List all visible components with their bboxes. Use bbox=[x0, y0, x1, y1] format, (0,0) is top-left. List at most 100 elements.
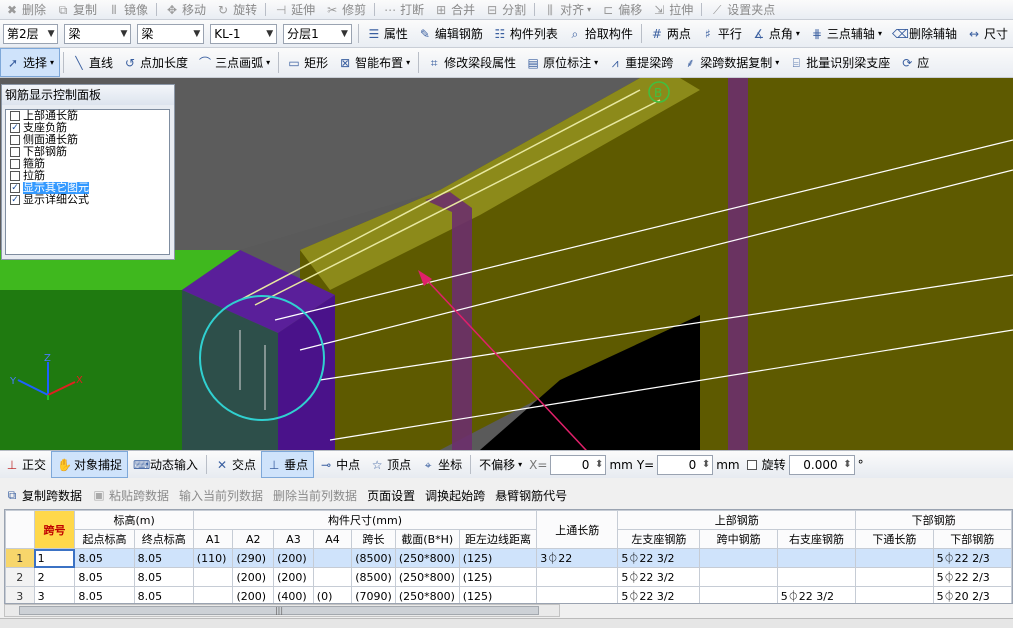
a2-header[interactable]: A2 bbox=[232, 529, 275, 549]
offset-icon: ⊏ bbox=[603, 2, 614, 17]
copy-span-data-button[interactable]: ⧉ 复制跨数据 bbox=[0, 482, 87, 508]
merge-button[interactable]: ⊞ 合并 bbox=[429, 0, 480, 19]
a3-header[interactable]: A3 bbox=[273, 529, 314, 549]
rotate-checkbox[interactable] bbox=[746, 459, 757, 470]
batch-identify-support-button[interactable]: ⌸ 批量识别梁支座 bbox=[784, 48, 895, 77]
swap-start-span-button[interactable]: 调换起始跨 bbox=[420, 482, 490, 508]
end-elev-header[interactable]: 终点标高 bbox=[133, 529, 194, 549]
three-point-arc-button[interactable]: ⌒ 三点画弧 ▾ bbox=[193, 48, 275, 77]
move-button[interactable]: ✥ 移动 bbox=[160, 0, 211, 19]
delete-column-data-button[interactable]: 删除当前列数据 bbox=[268, 482, 362, 508]
rotate-button[interactable]: ↻ 旋转 bbox=[211, 0, 262, 19]
top-through-header[interactable]: 上通长筋 bbox=[536, 510, 619, 549]
scrollbar-thumb[interactable]: ||| bbox=[19, 606, 539, 615]
start-elev-header[interactable]: 起点标高 bbox=[74, 529, 135, 549]
copy-icon: ⧉ bbox=[58, 2, 68, 17]
copy-button[interactable]: ⧉ 复制 bbox=[51, 0, 102, 19]
break-button[interactable]: ⋯ 打断 bbox=[378, 0, 429, 19]
y-coordinate: Y=0mm bbox=[635, 451, 742, 478]
modify-beam-segment-button[interactable]: ⌗ 修改梁段属性 bbox=[422, 48, 521, 77]
intersection-snap-button[interactable]: ✕ 交点 bbox=[210, 451, 261, 478]
y-input[interactable]: 0 bbox=[657, 454, 714, 475]
table-row[interactable]: 1 1 8.05 8.05 (110) (290) (200) (8500) (… bbox=[5, 548, 1012, 568]
edit-rebar-button[interactable]: ✎ 编辑钢筋 bbox=[413, 20, 488, 47]
pick-component-button[interactable]: ⌕ 拾取构件 bbox=[563, 20, 638, 47]
checkbox[interactable]: ✓ bbox=[10, 195, 20, 205]
horizontal-scrollbar[interactable]: ||| bbox=[4, 604, 560, 617]
three-point-axis-button[interactable]: ⋕ 三点辅轴 ▾ bbox=[805, 20, 887, 47]
layer-select[interactable]: 分层1 ▼ bbox=[283, 23, 352, 44]
component-select[interactable]: KL-1 ▼ bbox=[210, 23, 278, 44]
bottom-rebar-col-header[interactable]: 下部钢筋 bbox=[932, 529, 1012, 549]
in-situ-annotation-button[interactable]: ▤ 原位标注 ▾ bbox=[521, 48, 603, 77]
point-length-button[interactable]: ↺ 点加长度 bbox=[118, 48, 193, 77]
offset-button[interactable]: ⊏ 偏移 bbox=[596, 0, 647, 19]
dynamic-input-button[interactable]: ⌨ 动态输入 bbox=[128, 451, 203, 478]
left-support-header[interactable]: 左支座钢筋 bbox=[617, 529, 701, 549]
mirror-button[interactable]: ⫴ 镜像 bbox=[102, 0, 153, 19]
two-point-button[interactable]: # 两点 bbox=[645, 20, 696, 47]
span-length-header[interactable]: 跨长 bbox=[351, 529, 396, 549]
table-row[interactable]: 3 3 8.05 8.05 (200) (400) (0) (7090) (25… bbox=[5, 586, 1012, 603]
a1-header[interactable]: A1 bbox=[192, 529, 234, 549]
select-button[interactable]: ➚ 选择 ▾ bbox=[0, 48, 61, 77]
properties-button[interactable]: ☰ 属性 bbox=[362, 20, 413, 47]
line-button[interactable]: ╲ 直线 bbox=[67, 48, 118, 77]
span-data-grid[interactable]: 跨号 标高(m) 构件尺寸(mm) 上通长筋 上部钢筋 下部钢筋 起点标高 终点… bbox=[4, 509, 1013, 604]
ortho-button[interactable]: ⊥ 正交 bbox=[0, 451, 51, 478]
checkbox[interactable] bbox=[10, 159, 20, 169]
option-show-formula[interactable]: ✓ 显示详细公式 bbox=[6, 194, 169, 206]
left-edge-distance-header[interactable]: 距左边线距离 bbox=[458, 529, 538, 549]
type-select[interactable]: 梁 ▼ bbox=[137, 23, 205, 44]
category-select[interactable]: 梁 ▼ bbox=[64, 23, 132, 44]
trim-button[interactable]: ✂ 修剪 bbox=[320, 0, 371, 19]
set-grip-button[interactable]: ⟋ 设置夹点 bbox=[705, 0, 780, 19]
input-column-data-button[interactable]: 输入当前列数据 bbox=[174, 482, 268, 508]
right-support-header[interactable]: 右支座钢筋 bbox=[776, 529, 857, 549]
checkbox[interactable] bbox=[10, 147, 20, 157]
page-setup-button[interactable]: 页面设置 bbox=[362, 482, 420, 508]
component-list-button[interactable]: ☷ 构件列表 bbox=[488, 20, 563, 47]
extend-icon: ⊣ bbox=[275, 2, 287, 17]
checkbox[interactable]: ✓ bbox=[10, 183, 20, 193]
perpendicular-snap-button[interactable]: ⊥ 垂点 bbox=[261, 451, 315, 478]
brush-icon: ⸙ bbox=[685, 55, 695, 70]
span-number-header[interactable]: 跨号 bbox=[33, 510, 76, 549]
rotate-input[interactable]: 0.000 bbox=[788, 454, 855, 475]
vertex-snap-button[interactable]: ☆ 顶点 bbox=[365, 451, 416, 478]
grip-icon: ⟋ bbox=[713, 2, 722, 17]
chevron-down-icon: ▾ bbox=[406, 58, 411, 67]
parallel-button[interactable]: ♯ 平行 bbox=[696, 20, 747, 47]
recalc-span-button[interactable]: ⩘ 重提梁跨 bbox=[603, 48, 678, 77]
x-input[interactable]: 0 bbox=[550, 454, 607, 475]
offset-select[interactable]: 不偏移 ▾ bbox=[474, 451, 527, 478]
checkbox[interactable] bbox=[10, 111, 20, 121]
delete-axis-button[interactable]: ⌫ 删除辅轴 bbox=[887, 20, 962, 47]
extend-button[interactable]: ⊣ 延伸 bbox=[269, 0, 320, 19]
mid-span-header[interactable]: 跨中钢筋 bbox=[699, 529, 778, 549]
rectangle-button[interactable]: ▭ 矩形 bbox=[282, 48, 333, 77]
more-button[interactable]: ⟳ 应 bbox=[895, 48, 934, 77]
dimension-button[interactable]: ↔ 尺寸 bbox=[962, 20, 1013, 47]
a4-header[interactable]: A4 bbox=[312, 529, 353, 549]
object-snap-button[interactable]: ✋ 对象捕捉 bbox=[51, 451, 129, 478]
checkbox[interactable] bbox=[10, 135, 20, 145]
coordinate-snap-button[interactable]: ⌖ 坐标 bbox=[416, 451, 467, 478]
cantilever-rebar-code-button[interactable]: 悬臂钢筋代号 bbox=[490, 482, 572, 508]
align-button[interactable]: ⫼ 对齐 ▾ bbox=[538, 0, 596, 19]
midpoint-snap-button[interactable]: ⊸ 中点 bbox=[314, 451, 365, 478]
split-button[interactable]: ⊟ 分割 bbox=[480, 0, 531, 19]
separator bbox=[701, 2, 703, 17]
section-header[interactable]: 截面(B*H) bbox=[394, 529, 460, 549]
checkbox[interactable]: ✓ bbox=[10, 123, 20, 133]
bottom-through-header[interactable]: 下通长筋 bbox=[855, 529, 934, 549]
table-row[interactable]: 2 2 8.05 8.05 (200) (200) (8500) (250*80… bbox=[5, 567, 1012, 587]
delete-button[interactable]: ✖ 删除 bbox=[0, 0, 51, 19]
stretch-button[interactable]: ⇲ 拉伸 bbox=[647, 0, 698, 19]
point-angle-button[interactable]: ∡ 点角 ▾ bbox=[747, 20, 805, 47]
copy-span-data-button[interactable]: ⸙ 梁跨数据复制 ▾ bbox=[678, 48, 784, 77]
smart-layout-button[interactable]: ⊠ 智能布置 ▾ bbox=[333, 48, 415, 77]
paste-span-data-button[interactable]: ▣ 粘贴跨数据 bbox=[87, 482, 174, 508]
checkbox[interactable] bbox=[10, 171, 20, 181]
floor-select[interactable]: 第2层 ▼ bbox=[3, 23, 59, 44]
